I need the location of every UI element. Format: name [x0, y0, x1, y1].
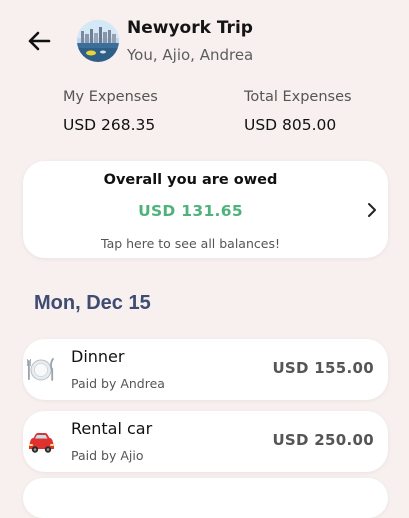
- expense-name: Rental car: [71, 419, 153, 438]
- trip-photo: [77, 20, 119, 62]
- expense-item-rental-car[interactable]: Rental car Paid by Ajio USD 250.00: [23, 411, 388, 472]
- trip-members: You, Ajio, Andrea: [127, 46, 254, 64]
- chevron-right-icon: [368, 203, 376, 217]
- trip-title: Newyork Trip: [127, 18, 253, 38]
- expense-payer: Paid by Ajio: [71, 448, 144, 463]
- expense-item-dinner[interactable]: Dinner Paid by Andrea USD 155.00: [23, 339, 388, 400]
- header: Newyork Trip You, Ajio, Andrea: [0, 0, 409, 80]
- my-expenses-summary: My Expenses USD 268.35: [63, 89, 158, 134]
- owed-amount: USD 131.65: [138, 202, 243, 220]
- expense-amount: USD 250.00: [272, 431, 374, 449]
- balances-hint: Tap here to see all balances!: [101, 236, 280, 251]
- my-expenses-value: USD 268.35: [63, 116, 156, 134]
- expense-amount: USD 155.00: [272, 359, 374, 377]
- date-heading: Mon, Dec 15: [34, 292, 151, 314]
- back-button[interactable]: [24, 26, 54, 56]
- total-expenses-summary: Total Expenses USD 805.00: [244, 89, 352, 134]
- trip-avatar[interactable]: [77, 20, 119, 62]
- total-expenses-value: USD 805.00: [244, 116, 337, 134]
- balance-card[interactable]: Overall you are owed USD 131.65 Tap here…: [23, 161, 388, 258]
- expense-item-partial[interactable]: [23, 478, 388, 518]
- total-expenses-label: Total Expenses: [244, 89, 352, 105]
- my-expenses-label: My Expenses: [63, 89, 158, 105]
- red-car-icon: [29, 433, 54, 453]
- expense-payer: Paid by Andrea: [71, 376, 165, 391]
- owed-title: Overall you are owed: [103, 172, 278, 188]
- expense-name: Dinner: [71, 347, 125, 366]
- plate-cutlery-icon: [27, 358, 54, 381]
- arrow-left-icon: [28, 31, 51, 51]
